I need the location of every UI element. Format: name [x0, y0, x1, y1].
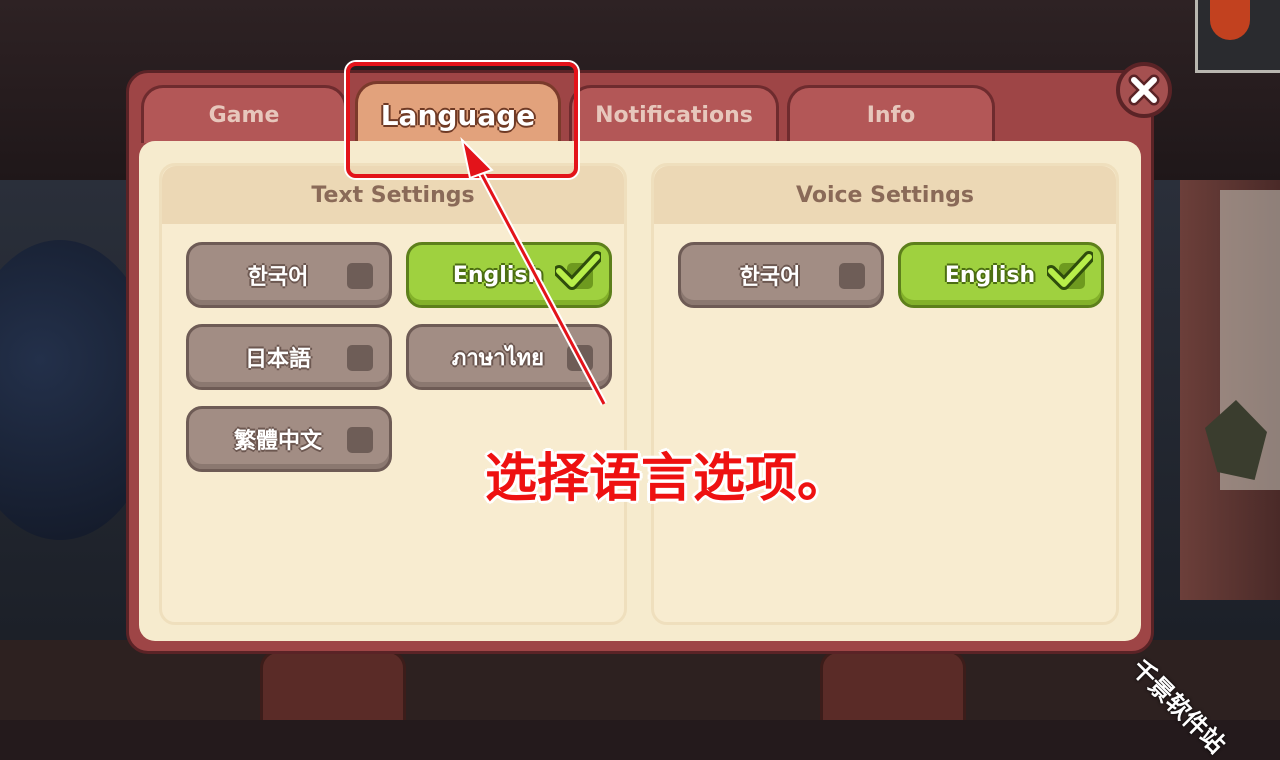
annotation-caption: 选择语言选项。 — [485, 449, 850, 509]
annotation-arrow-icon — [460, 136, 608, 406]
